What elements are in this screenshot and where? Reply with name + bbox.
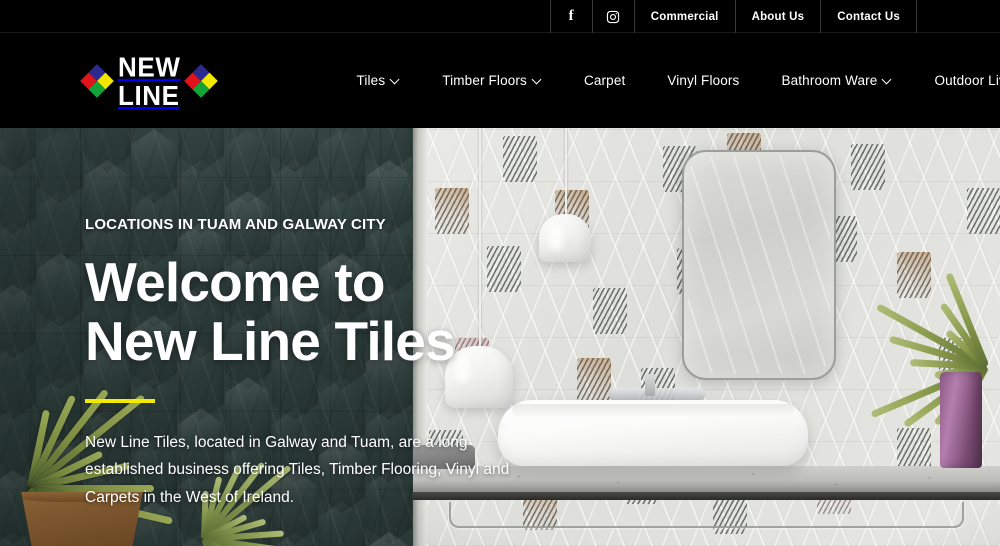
topbar-link-contact-us[interactable]: Contact Us xyxy=(820,0,916,33)
nav-label-timber-floors: Timber Floors xyxy=(442,73,527,88)
nav-item-carpet[interactable]: Carpet xyxy=(563,73,646,88)
hero-divider xyxy=(85,398,155,403)
nav-label-vinyl-floors: Vinyl Floors xyxy=(667,73,740,88)
topbar-end-spacer xyxy=(916,0,1000,33)
brand-name: NEW LINE xyxy=(118,50,181,111)
hero-eyebrow: LOCATIONS IN TUAM AND GALWAY CITY xyxy=(85,216,386,233)
nav-label-outdoor-living: Outdoor Living xyxy=(934,73,1000,88)
nav-item-tiles[interactable]: Tiles xyxy=(335,73,421,88)
nav-item-bathroom-ware[interactable]: Bathroom Ware xyxy=(760,73,913,88)
wall-tap-plate xyxy=(609,388,705,400)
nav-item-timber-floors[interactable]: Timber Floors xyxy=(421,73,563,88)
nav-item-outdoor-living[interactable]: Outdoor Living xyxy=(913,73,1000,88)
hero-headline-line-2: New Line Tiles xyxy=(85,309,456,372)
site-header: NEW LINE Tiles Timber Floors Carpet Viny… xyxy=(0,33,1000,128)
instagram-icon[interactable] xyxy=(591,0,634,33)
nav-label-tiles: Tiles xyxy=(356,73,386,88)
bathroom-mirror xyxy=(682,150,836,380)
topbar-link-about-us[interactable]: About Us xyxy=(734,0,821,33)
purple-vase xyxy=(940,372,982,468)
nav-label-carpet: Carpet xyxy=(583,73,626,88)
utility-top-bar: f Commercial About Us Contact Us xyxy=(0,0,1000,33)
facebook-glyph: f xyxy=(568,8,574,24)
chevron-down-icon xyxy=(391,75,400,84)
hero-banner: LOCATIONS IN TUAM AND GALWAY CITY Welcom… xyxy=(0,128,1000,546)
pendant-lamp-cord-rear xyxy=(565,128,567,218)
basin-tap xyxy=(645,374,655,396)
hero-headline: Welcome to New Line Tiles xyxy=(85,253,555,371)
nav-item-vinyl-floors[interactable]: Vinyl Floors xyxy=(646,73,760,88)
logo-diamond-right-icon xyxy=(184,63,219,98)
decor-palm-plant xyxy=(844,258,994,429)
hero-headline-line-1: Welcome to xyxy=(85,251,385,313)
instagram-glyph xyxy=(606,10,620,24)
brand-logo[interactable]: NEW LINE xyxy=(80,50,219,111)
topbar-link-commercial[interactable]: Commercial xyxy=(633,0,735,33)
hero-content: LOCATIONS IN TUAM AND GALWAY CITY Welcom… xyxy=(85,216,555,511)
logo-diamond-left-icon xyxy=(80,63,114,98)
nav-label-bathroom-ware: Bathroom Ware xyxy=(781,73,878,88)
facebook-icon[interactable]: f xyxy=(549,0,592,33)
hero-paragraph: New Line Tiles, located in Galway and Tu… xyxy=(85,433,510,506)
primary-navigation: Tiles Timber Floors Carpet Vinyl Floors … xyxy=(335,73,1000,88)
chevron-down-icon xyxy=(533,75,542,84)
page-root: f Commercial About Us Contact Us NEW LIN… xyxy=(0,0,1000,546)
chevron-down-icon xyxy=(883,75,892,84)
